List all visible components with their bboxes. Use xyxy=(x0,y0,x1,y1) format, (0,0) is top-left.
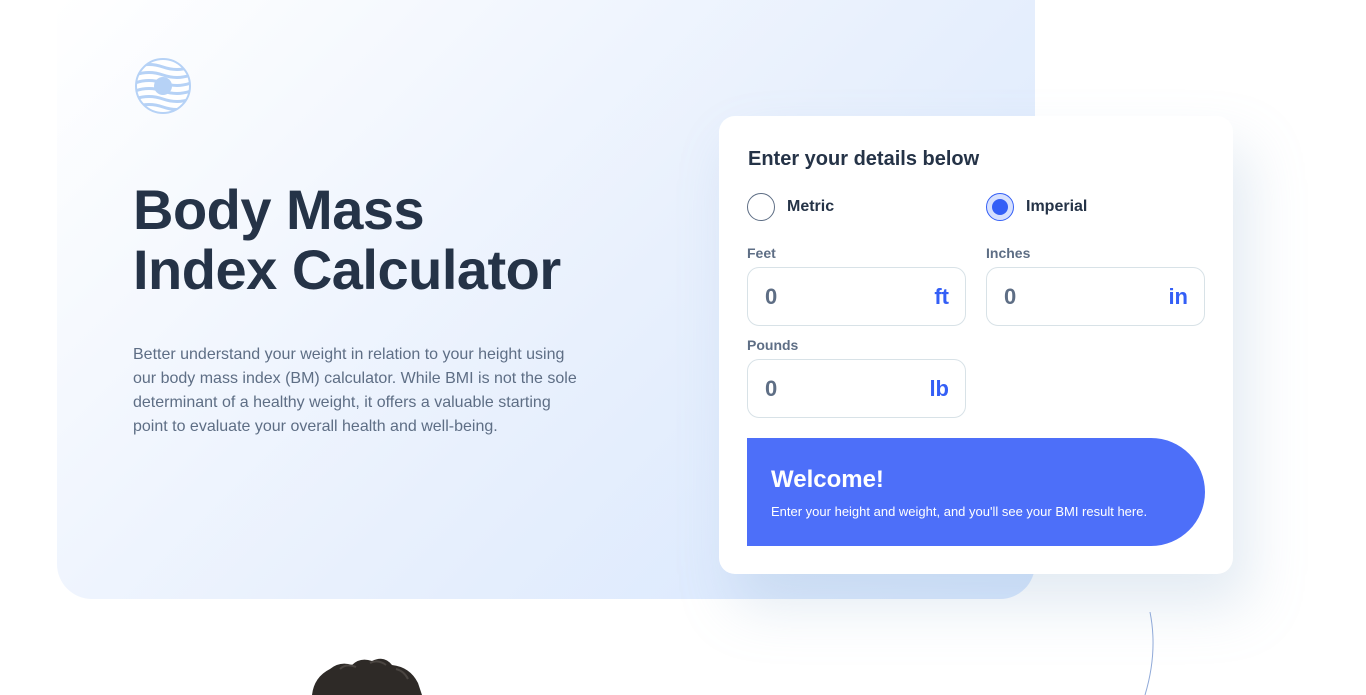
feet-unit: ft xyxy=(934,283,949,309)
metric-radio-label: Metric xyxy=(787,198,835,215)
feet-label: Feet xyxy=(747,245,776,261)
imperial-radio-label: Imperial xyxy=(1026,198,1088,215)
radio-selected-dot xyxy=(992,199,1008,215)
decorative-curve-line xyxy=(1144,612,1154,695)
page-title-line-1: Body Mass xyxy=(133,178,425,241)
imperial-radio-circle[interactable] xyxy=(986,193,1014,221)
feet-field[interactable]: ft xyxy=(747,267,966,326)
page-title: Body Mass Index Calculator xyxy=(133,180,653,300)
inches-field[interactable]: in xyxy=(986,267,1205,326)
result-title: Welcome! xyxy=(771,466,884,493)
inches-input[interactable] xyxy=(1004,283,1124,310)
bmi-logo-icon xyxy=(135,58,191,114)
inches-label: Inches xyxy=(986,245,1031,261)
pounds-label: Pounds xyxy=(747,337,799,353)
person-image xyxy=(312,658,422,695)
metric-radio[interactable]: Metric xyxy=(747,193,834,221)
inches-unit: in xyxy=(1168,283,1188,309)
pounds-field[interactable]: lb xyxy=(747,359,966,418)
result-panel: Welcome! Enter your height and weight, a… xyxy=(747,438,1205,546)
result-text: Enter your height and weight, and you'll… xyxy=(771,504,1148,519)
page-title-line-2: Index Calculator xyxy=(133,238,561,301)
intro-text: Better understand your weight in relatio… xyxy=(133,346,577,435)
pounds-unit: lb xyxy=(929,375,949,401)
form-heading: Enter your details below xyxy=(748,148,980,170)
imperial-radio[interactable]: Imperial xyxy=(986,193,1087,221)
metric-radio-circle[interactable] xyxy=(747,193,775,221)
feet-input[interactable] xyxy=(765,283,885,310)
pounds-input[interactable] xyxy=(765,375,885,402)
bmi-form-card: Enter your details below Metric Imperial… xyxy=(719,116,1233,574)
